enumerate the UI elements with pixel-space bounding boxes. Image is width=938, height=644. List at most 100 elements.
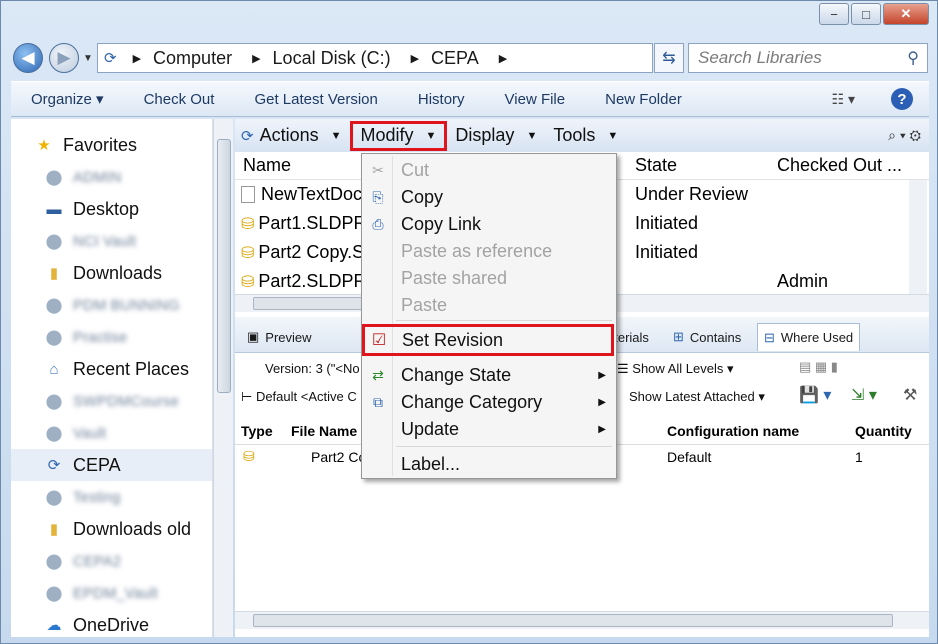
recent-places-icon: ⌂ [49, 360, 59, 378]
breadcrumb-computer[interactable]: Computer [153, 48, 232, 69]
sidebar-item[interactable]: ▮ Downloads old [11, 513, 212, 545]
submenu-arrow-icon: ▶ [598, 423, 606, 435]
modify-menu[interactable]: Modify ▼ [349, 120, 448, 151]
sidebar-item[interactable]: ⬤ ADMIN [11, 161, 212, 193]
sidebar-item[interactable]: ⬤ Vault [11, 417, 212, 449]
favorites-header[interactable]: ★ Favorites [11, 129, 212, 161]
file-state: Initiated [635, 213, 699, 233]
change-state-icon: ⇄ [372, 366, 384, 383]
library-icon: ⬤ [45, 233, 63, 250]
star-icon: ★ [37, 137, 51, 154]
new-folder-button[interactable]: New Folder [585, 91, 702, 108]
view-options-icon[interactable]: ☷ ▾ [832, 91, 855, 108]
sidebar-item-label: CEPA2 [73, 552, 122, 570]
sidebar-item[interactable]: ▬ Desktop [11, 193, 212, 225]
back-button[interactable]: ◀ [13, 43, 43, 73]
library-icon: ⬤ [45, 585, 63, 602]
breadcrumb-cepa[interactable]: CEPA [431, 48, 479, 69]
menu-item-change-category[interactable]: ⧉ Change Category ▶ [364, 389, 614, 415]
where-used-quantity: 1 [855, 449, 863, 465]
organize-button[interactable]: Organize ▾ [11, 90, 124, 108]
column-name[interactable]: Name [243, 155, 291, 176]
menu-item-paste-as-reference[interactable]: Paste as reference [364, 238, 614, 264]
column-configuration[interactable]: Configuration name [667, 423, 799, 439]
tools-menu[interactable]: Tools ▼ [545, 121, 626, 151]
text-file-icon [241, 186, 255, 203]
menu-item-copy-link[interactable]: ⎙ Copy Link [364, 211, 614, 237]
where-used-config: Default [667, 449, 712, 465]
view-file-button[interactable]: View File [485, 91, 586, 108]
sidebar-item[interactable]: ⬤ PDM BUNNING [11, 289, 212, 321]
library-icon: ⬤ [45, 297, 63, 314]
actions-icon: ⟳ [241, 127, 254, 145]
menu-item-paste-shared[interactable]: Paste shared [364, 265, 614, 291]
maximize-button[interactable]: □ [851, 3, 881, 25]
file-list-vscroll[interactable] [909, 180, 927, 294]
pdm-menu-bar: ⟳ Actions ▼ Modify ▼ Display ▼ Tools ▼ ⌕ ▾ ⚙ [235, 119, 929, 152]
chevron-right-icon: ▶ [410, 52, 420, 65]
recent-pages-dropdown[interactable]: ▼ [83, 53, 93, 64]
column-state[interactable]: State [635, 155, 677, 176]
folder-icon: ▮ [49, 265, 59, 282]
sidebar-item[interactable]: ⬤ CEPA2 [11, 545, 212, 577]
scrollbar-thumb[interactable] [217, 139, 231, 393]
sidebar-item[interactable]: ☁ OneDrive [11, 609, 212, 637]
scrollbar-thumb[interactable] [253, 297, 363, 310]
address-bar[interactable]: ⟳ ▶ Computer ▶ Local Disk (C:) ▶ CEPA ▶ [97, 43, 653, 73]
refresh-button[interactable]: ⇆ [654, 43, 684, 73]
checkbox-icon: ☑ [371, 332, 387, 349]
menu-item-set-revision[interactable]: ☑ Set Revision [362, 324, 614, 356]
breadcrumb-local-disk[interactable]: Local Disk (C:) [273, 48, 391, 69]
tab-preview[interactable]: ▣ Preview [241, 323, 318, 351]
forward-button[interactable]: ▶ [49, 43, 79, 73]
version-select[interactable]: Version: 3 ("<No [265, 361, 360, 376]
tools-icon[interactable]: ⚒ [903, 385, 917, 405]
search-options-icon[interactable]: ⌕ ▾ ⚙ [888, 127, 921, 144]
cut-icon: ✂ [372, 161, 384, 178]
save-icon[interactable]: 💾 ▾ [799, 385, 831, 405]
chevron-right-icon: ▶ [252, 52, 261, 65]
get-latest-version-button[interactable]: Get Latest Version [234, 91, 397, 108]
history-button[interactable]: History [398, 91, 485, 108]
check-out-button[interactable]: Check Out [124, 91, 235, 108]
tab-contains[interactable]: ⊞ Contains [667, 323, 747, 351]
configuration-select[interactable]: ⊢ Default <Active C [241, 389, 357, 405]
menu-item-label[interactable]: Label... [364, 451, 614, 477]
sidebar-item[interactable]: ▮ Downloads [11, 257, 212, 289]
column-type[interactable]: Type [241, 423, 273, 439]
sidebar-item[interactable]: ⬤ Testing [11, 481, 212, 513]
search-input[interactable]: Search Libraries ⚲ [688, 43, 928, 73]
help-icon[interactable]: ? [891, 88, 913, 110]
sidebar-item[interactable]: ⬤ Practise [11, 321, 212, 353]
menu-item-change-state[interactable]: ⇄ Change State ▶ [364, 362, 614, 388]
sidebar-item[interactable]: ⬤ EPDM_Vault [11, 577, 212, 609]
show-all-levels[interactable]: ☰ Show All Levels ▾ [617, 361, 733, 377]
sidebar-item[interactable]: ⬤ SWPDMCourse [11, 385, 212, 417]
sidebar-item-label: Practise [73, 328, 128, 346]
show-latest-attached[interactable]: Show Latest Attached ▾ [629, 389, 765, 405]
sidebar-item[interactable]: ⌂ Recent Places [11, 353, 212, 385]
column-file-name[interactable]: File Name [291, 423, 357, 439]
menu-item-paste[interactable]: Paste [364, 292, 614, 318]
tab-where-used[interactable]: ⊟ Where Used [757, 323, 861, 351]
column-checked-out[interactable]: Checked Out ... [777, 155, 902, 176]
vault-icon: ⟳ [47, 457, 61, 474]
file-name: Part2.SLDPR [258, 271, 367, 291]
solidworks-icon[interactable]: ▤ ▦ ▮ [799, 359, 838, 375]
bottom-hscroll[interactable] [235, 611, 929, 629]
actions-menu[interactable]: ⟳ Actions ▼ [235, 121, 350, 151]
column-quantity[interactable]: Quantity [855, 423, 912, 439]
part-icon: ⛁ [243, 448, 255, 464]
menu-item-update[interactable]: Update ▶ [364, 416, 614, 442]
scrollbar-thumb[interactable] [253, 614, 893, 627]
menu-item-copy[interactable]: ⎘ Copy [364, 184, 614, 210]
minimize-button[interactable]: − [819, 3, 849, 25]
export-icon[interactable]: ⇲ ▾ [851, 385, 877, 405]
sidebar-item[interactable]: ⟳ CEPA [11, 449, 212, 481]
nav-scrollbar[interactable] [213, 119, 233, 637]
sidebar-item[interactable]: ⬤ NCI Vault [11, 225, 212, 257]
close-button[interactable]: ✕ [883, 3, 929, 25]
file-name: Part2 Copy.S [258, 242, 365, 262]
menu-item-cut[interactable]: ✂ Cut [364, 157, 614, 183]
display-menu[interactable]: Display ▼ [447, 121, 545, 151]
